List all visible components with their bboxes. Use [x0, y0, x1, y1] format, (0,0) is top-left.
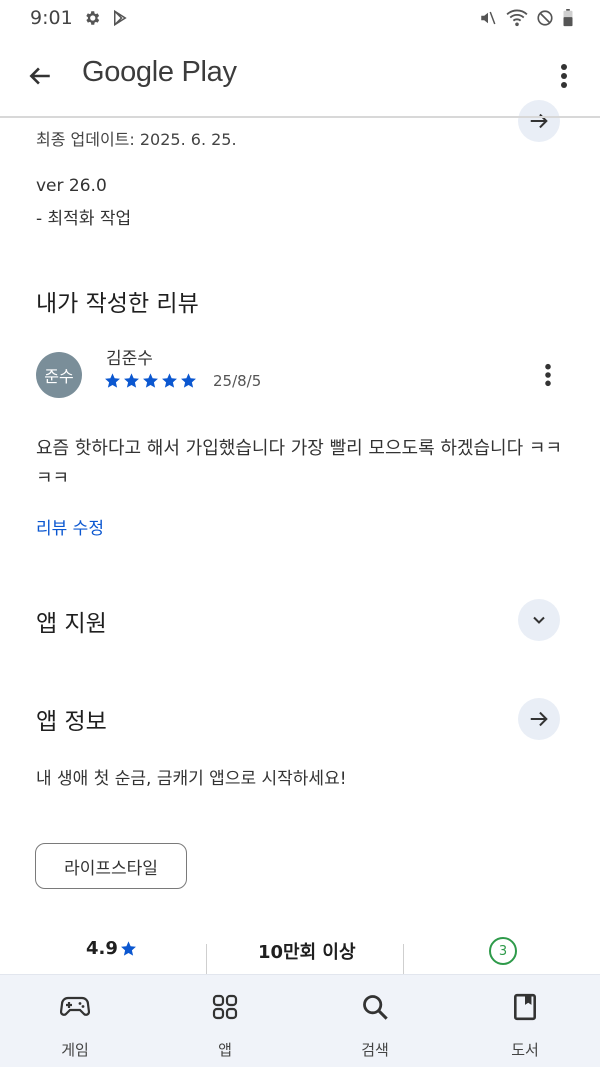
apps-grid-icon [209, 991, 241, 1023]
review-date: 25/8/5 [213, 372, 262, 390]
avatar: 준수 [36, 352, 82, 398]
downloads-stat: 10만회 이상 [258, 942, 356, 963]
age-rating-badge: 3 [489, 937, 517, 965]
more-vert-icon [561, 64, 567, 88]
star-icon [120, 941, 136, 956]
battery-icon [562, 9, 574, 27]
status-time: 9:01 [30, 7, 73, 29]
more-vert-icon [545, 363, 551, 387]
app-title: Google Play [82, 56, 237, 88]
rating-stat: 4.9 [86, 938, 137, 959]
app-bar-divider-overlay [0, 116, 600, 118]
reviewer-name: 김준수 [106, 349, 153, 369]
star-icon [143, 373, 158, 388]
gamepad-icon [59, 991, 91, 1023]
star-rating [104, 372, 197, 389]
app-description: 내 생애 첫 순금, 금캐기 앱으로 시작하세요! [36, 769, 347, 789]
nav-apps[interactable]: 앱 [150, 975, 300, 1067]
nav-books[interactable]: 도서 [450, 975, 600, 1067]
app-support-heading[interactable]: 앱 지원 [36, 604, 107, 638]
mute-icon [478, 9, 498, 27]
star-icon [162, 373, 177, 388]
nav-label: 검색 [361, 1041, 389, 1059]
star-icon [105, 373, 120, 388]
search-icon [359, 991, 391, 1023]
nav-games[interactable]: 게임 [0, 975, 150, 1067]
more-options-button[interactable] [552, 58, 576, 94]
app-bar: Google Play [0, 36, 600, 116]
category-chip[interactable]: 라이프스타일 [35, 843, 187, 889]
arrow-right-icon [530, 711, 548, 727]
gear-icon [83, 9, 101, 27]
star-icon [124, 373, 139, 388]
star-icon [181, 373, 196, 388]
whats-new-arrow-button[interactable] [518, 100, 560, 142]
review-body: 요즘 핫하다고 해서 가입했습니다 가장 빨리 모으도록 하겠습니다 ㅋㅋㅋㅋ [36, 438, 563, 489]
last-update-text: 최종 업데이트: 2025. 6. 25. [36, 130, 237, 149]
nav-label: 게임 [61, 1041, 89, 1059]
version-text: ver 26.0 [36, 176, 107, 196]
do-not-disturb-icon [536, 9, 554, 27]
edit-review-link[interactable]: 리뷰 수정 [36, 514, 104, 539]
book-icon [509, 991, 541, 1023]
nav-search[interactable]: 검색 [300, 975, 450, 1067]
nav-label: 도서 [511, 1041, 539, 1059]
stat-divider [403, 944, 404, 974]
app-info-arrow-button[interactable] [518, 698, 560, 740]
stat-divider [206, 944, 207, 974]
arrow-right-icon [530, 113, 548, 129]
bottom-nav: 게임 앱 검색 도서 [0, 974, 600, 1067]
wifi-icon [506, 9, 528, 27]
status-bar: 9:01 [0, 0, 600, 36]
status-left: 9:01 [30, 7, 129, 29]
back-button[interactable] [22, 58, 58, 94]
review-more-button[interactable] [536, 360, 560, 390]
app-support-expand-button[interactable] [518, 599, 560, 641]
play-store-icon [111, 9, 129, 27]
rating-value: 4.9 [86, 938, 118, 959]
status-right [478, 9, 574, 27]
change-note-text: - 최적화 작업 [36, 209, 132, 229]
chevron-down-icon [533, 616, 545, 624]
arrow-left-icon [29, 67, 50, 85]
nav-label: 앱 [218, 1041, 232, 1059]
app-info-heading[interactable]: 앱 정보 [36, 702, 107, 736]
my-review-heading: 내가 작성한 리뷰 [36, 291, 199, 317]
